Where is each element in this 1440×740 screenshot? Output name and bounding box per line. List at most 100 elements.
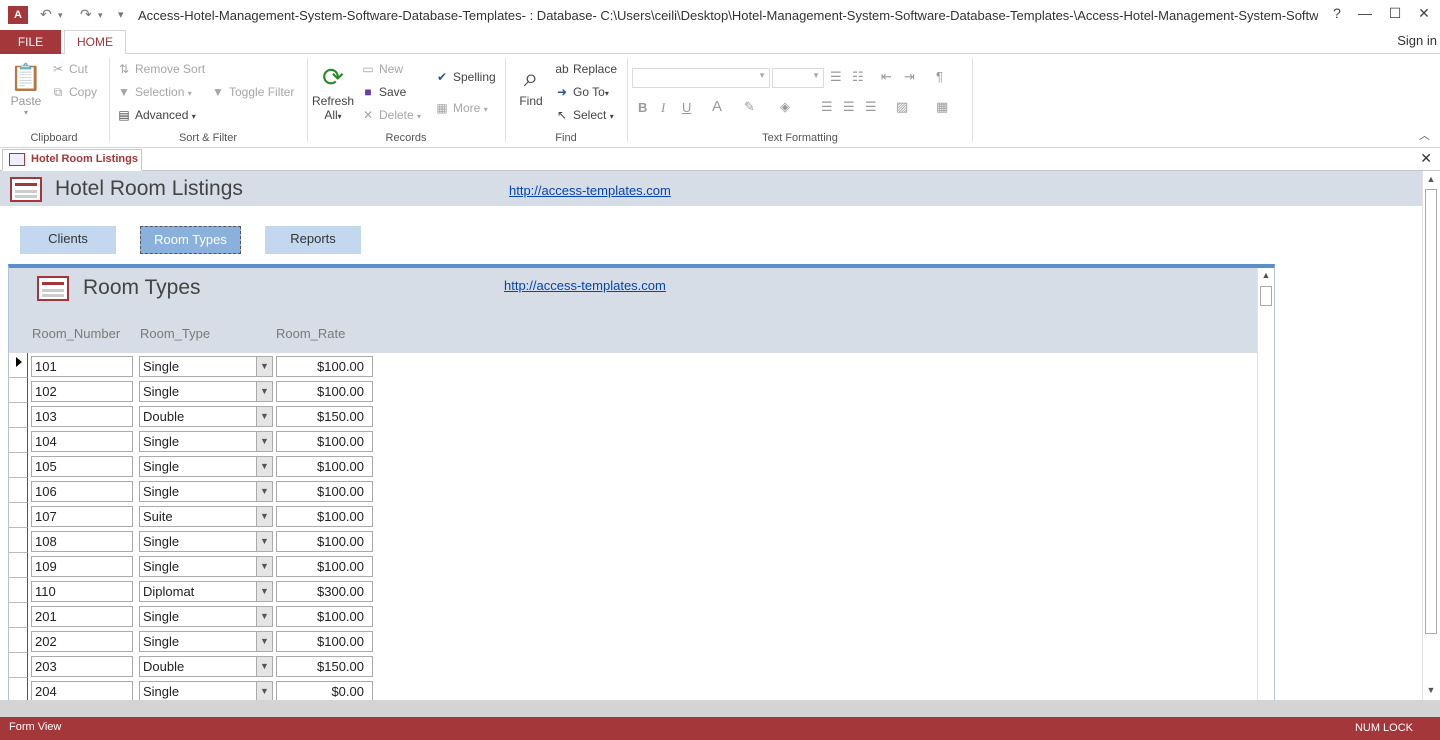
advanced-button[interactable]: ▤ Advanced ▾ [116,108,195,122]
room-number-field[interactable]: 202 [31,631,133,652]
room-number-field[interactable]: 107 [31,506,133,527]
record-selector[interactable] [9,403,28,428]
header-link[interactable]: http://access-templates.com [509,183,671,198]
room-number-field[interactable]: 203 [31,656,133,677]
record-selector[interactable] [9,603,28,628]
access-app-icon[interactable]: A [8,6,28,24]
record-selector[interactable] [9,428,28,453]
close-document-button[interactable]: ✕ [1420,150,1432,167]
customize-qat-icon[interactable]: ▾ [118,8,124,21]
selection-button[interactable]: ▼ Selection ▾ [116,85,192,99]
room-rate-field[interactable]: $100.00 [276,356,373,377]
room-type-combo[interactable]: Single ▼ [139,606,273,627]
room-type-combo[interactable]: Single ▼ [139,481,273,502]
new-record-button[interactable]: ▭ New [360,62,403,76]
room-number-field[interactable]: 103 [31,406,133,427]
room-rate-field[interactable]: $100.00 [276,631,373,652]
help-button[interactable]: ? [1327,5,1347,21]
record-selector[interactable] [9,553,28,578]
room-type-combo[interactable]: Single ▼ [139,531,273,552]
goto-button[interactable]: ➜ Go To▾ [554,85,609,99]
room-rate-field[interactable]: $100.00 [276,606,373,627]
remove-sort-button[interactable]: ⇅ Remove Sort [116,62,205,76]
record-selector[interactable] [9,353,28,378]
form-scrollbar[interactable]: ▲ ▼ [1422,171,1439,700]
nav-button-room-types[interactable]: Room Types [140,226,241,254]
room-number-field[interactable]: 104 [31,431,133,452]
copy-button[interactable]: ⧉ Copy [50,85,97,100]
nav-button-clients[interactable]: Clients [20,226,116,254]
scroll-up-icon[interactable]: ▲ [1423,174,1439,184]
room-type-combo[interactable]: Diplomat ▼ [139,581,273,602]
refresh-all-button[interactable]: ⟳ Refresh All▾ [312,60,354,122]
cut-button[interactable]: ✂ Cut [50,62,88,76]
subform-scrollbar[interactable]: ▲ [1257,268,1274,717]
chevron-down-icon[interactable]: ▼ [256,482,272,501]
chevron-down-icon[interactable]: ▼ [256,682,272,701]
room-rate-field[interactable]: $100.00 [276,381,373,402]
chevron-down-icon[interactable]: ▼ [256,657,272,676]
chevron-down-icon[interactable]: ▼ [256,432,272,451]
record-selector[interactable] [9,653,28,678]
room-number-field[interactable]: 109 [31,556,133,577]
scroll-up-icon[interactable]: ▲ [1258,270,1274,280]
room-rate-field[interactable]: $150.00 [276,656,373,677]
subform-scroll-thumb[interactable] [1260,286,1272,306]
room-type-combo[interactable]: Suite ▼ [139,506,273,527]
delete-record-button[interactable]: ✕ Delete ▾ [360,108,421,122]
tab-file[interactable]: FILE [0,30,61,54]
room-number-field[interactable]: 108 [31,531,133,552]
alternate-row-color-icon[interactable]: ▨ [896,99,908,115]
room-type-combo[interactable]: Single ▼ [139,456,273,477]
room-rate-field[interactable]: $100.00 [276,506,373,527]
redo-icon[interactable]: ↷ [80,6,92,23]
chevron-down-icon[interactable]: ▼ [256,532,272,551]
record-selector[interactable] [9,378,28,403]
record-selector[interactable] [9,628,28,653]
room-rate-field[interactable]: $0.00 [276,681,373,702]
paragraph-direction-icon[interactable]: ¶ [936,69,943,84]
room-rate-field[interactable]: $100.00 [276,481,373,502]
decrease-indent-icon[interactable]: ⇤ [881,69,892,85]
room-type-combo[interactable]: Single ▼ [139,556,273,577]
align-right-icon[interactable]: ☰ [865,99,877,115]
collapse-ribbon-icon[interactable]: ︿ [1419,127,1430,143]
chevron-down-icon[interactable]: ▼ [256,557,272,576]
italic-button[interactable]: I [661,100,665,116]
maximize-button[interactable]: ☐ [1385,5,1405,22]
toggle-filter-button[interactable]: ▼ Toggle Filter [210,85,294,99]
record-selector[interactable] [9,478,28,503]
room-type-combo[interactable]: Double ▼ [139,406,273,427]
undo-icon[interactable]: ↶ [40,6,52,23]
chevron-down-icon[interactable]: ▼ [256,407,272,426]
room-number-field[interactable]: 201 [31,606,133,627]
font-color-button[interactable]: A [712,98,722,115]
bold-button[interactable]: B [638,100,647,115]
align-center-icon[interactable]: ☰ [843,99,855,115]
highlight-icon[interactable]: ✎ [744,99,755,115]
underline-button[interactable]: U [682,100,691,115]
bullets-icon[interactable]: ☰ [830,69,842,85]
font-size-combo[interactable]: ▼ [772,68,824,88]
room-rate-field[interactable]: $150.00 [276,406,373,427]
find-button[interactable]: ⌕ Find [512,60,550,108]
nav-button-reports[interactable]: Reports [265,226,361,254]
form-scroll-thumb[interactable] [1425,189,1437,634]
record-selector[interactable] [9,578,28,603]
font-name-combo[interactable]: ▼ [632,68,770,88]
gridlines-icon[interactable]: ▦ [936,99,948,115]
redo-dropdown-icon[interactable]: ▾ [98,10,103,21]
room-number-field[interactable]: 204 [31,681,133,702]
tab-hotel-room-listings[interactable]: Hotel Room Listings [2,149,142,171]
room-rate-field[interactable]: $300.00 [276,581,373,602]
room-rate-field[interactable]: $100.00 [276,531,373,552]
minimize-button[interactable]: — [1355,5,1375,21]
close-window-button[interactable]: ✕ [1414,5,1434,22]
room-type-combo[interactable]: Single ▼ [139,681,273,702]
fill-color-icon[interactable]: ◈ [780,99,790,115]
more-button[interactable]: ▦ More ▾ [434,101,487,115]
save-record-button[interactable]: ■ Save [360,85,406,99]
replace-button[interactable]: ab Replace [554,62,617,76]
chevron-down-icon[interactable]: ▼ [256,607,272,626]
subform-link[interactable]: http://access-templates.com [504,278,666,293]
